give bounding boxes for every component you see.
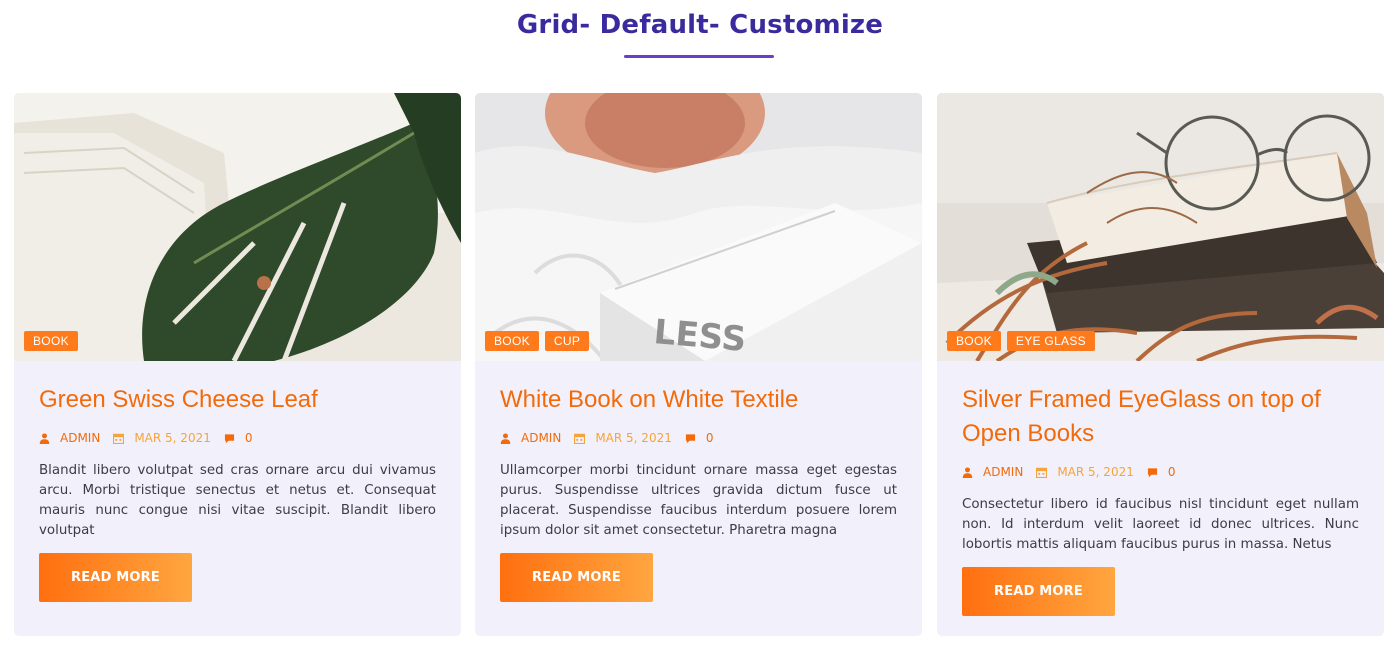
comment-count: 0 xyxy=(244,431,253,445)
calendar-icon xyxy=(574,433,586,444)
post-title[interactable]: White Book on White Textile xyxy=(500,383,897,417)
read-more-button[interactable]: READ MORE xyxy=(500,553,653,602)
comment-count: 0 xyxy=(1167,465,1176,479)
post-title[interactable]: Silver Framed EyeGlass on top of Open Bo… xyxy=(962,383,1359,451)
post-body: Green Swiss Cheese Leaf ADMIN MAR 5, 202… xyxy=(14,361,461,602)
post-tags: BOOK xyxy=(24,331,78,351)
date-text: MAR 5, 2021 xyxy=(1057,465,1134,479)
post-meta: ADMIN MAR 5, 2021 0 xyxy=(500,428,897,448)
date-text: MAR 5, 2021 xyxy=(134,431,211,445)
post-tags: BOOK CUP xyxy=(485,331,590,351)
book-cover-text: LESS xyxy=(652,312,747,360)
monstera-leaf-photo-icon xyxy=(14,93,461,361)
user-icon xyxy=(962,466,973,478)
section-title: Grid- Default- Customize xyxy=(516,10,884,40)
post-date: MAR 5, 2021 xyxy=(574,431,672,445)
post-comments[interactable]: 0 xyxy=(685,431,714,445)
post-author[interactable]: ADMIN xyxy=(962,465,1023,479)
tag-eye-glass[interactable]: EYE GLASS xyxy=(1006,331,1095,351)
white-book-photo-icon: LESS xyxy=(475,93,922,361)
post-date: MAR 5, 2021 xyxy=(1036,465,1134,479)
post-title[interactable]: Green Swiss Cheese Leaf xyxy=(39,383,436,417)
comment-icon xyxy=(224,433,234,443)
post-comments[interactable]: 0 xyxy=(1147,465,1176,479)
tag-book[interactable]: BOOK xyxy=(947,331,1001,351)
post-author[interactable]: ADMIN xyxy=(39,431,100,445)
user-icon xyxy=(39,432,50,444)
calendar-icon xyxy=(1036,467,1048,478)
post-date: MAR 5, 2021 xyxy=(113,431,211,445)
post-card: BOOK EYE GLASS Silver Framed EyeGlass on… xyxy=(937,93,1384,636)
read-more-button[interactable]: READ MORE xyxy=(962,567,1115,616)
post-image-white-book[interactable]: LESS BOOK CUP xyxy=(475,93,922,361)
tag-book[interactable]: BOOK xyxy=(485,331,539,351)
author-name: ADMIN xyxy=(521,431,562,445)
post-image-eyeglasses[interactable]: BOOK EYE GLASS xyxy=(937,93,1384,361)
post-excerpt: Blandit libero volutpat sed cras ornare … xyxy=(39,463,436,538)
tag-cup[interactable]: CUP xyxy=(544,331,590,351)
comment-count: 0 xyxy=(705,431,714,445)
post-tags: BOOK EYE GLASS xyxy=(947,331,1095,351)
post-body: Silver Framed EyeGlass on top of Open Bo… xyxy=(937,361,1384,616)
author-name: ADMIN xyxy=(60,431,101,445)
post-body: White Book on White Textile ADMIN MAR 5,… xyxy=(475,361,922,602)
tag-book[interactable]: BOOK xyxy=(24,331,78,351)
title-underline xyxy=(624,55,774,58)
post-comments[interactable]: 0 xyxy=(224,431,253,445)
author-name: ADMIN xyxy=(983,465,1024,479)
date-text: MAR 5, 2021 xyxy=(595,431,672,445)
post-excerpt: Ullamcorper morbi tincidunt ornare massa… xyxy=(500,463,897,538)
post-image-monstera[interactable]: BOOK xyxy=(14,93,461,361)
user-icon xyxy=(500,432,511,444)
comment-icon xyxy=(1147,467,1157,477)
post-meta: ADMIN MAR 5, 2021 0 xyxy=(962,462,1359,482)
post-author[interactable]: ADMIN xyxy=(500,431,561,445)
post-card: BOOK Green Swiss Cheese Leaf ADMIN MAR 5… xyxy=(14,93,461,636)
post-meta: ADMIN MAR 5, 2021 0 xyxy=(39,428,436,448)
eyeglasses-books-photo-icon xyxy=(937,93,1384,361)
post-excerpt: Consectetur libero id faucibus nisl tinc… xyxy=(962,497,1359,552)
read-more-button[interactable]: READ MORE xyxy=(39,553,192,602)
comment-icon xyxy=(685,433,695,443)
post-card: LESS BOOK CUP White Book on White Textil… xyxy=(475,93,922,636)
calendar-icon xyxy=(113,433,125,444)
